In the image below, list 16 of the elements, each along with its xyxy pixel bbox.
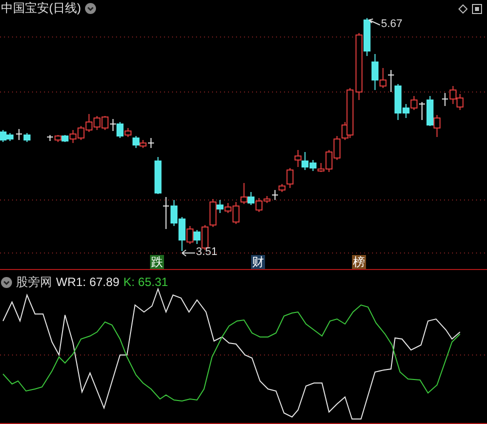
dropdown-icon[interactable] (85, 2, 96, 14)
price-label: 3.51 (196, 246, 218, 259)
diamond-icon[interactable] (458, 4, 468, 14)
indicator-reading: WR1: 67.89 (56, 275, 120, 289)
signal-tag: 财 (251, 255, 265, 269)
indicator-reading: K: 65.31 (123, 275, 168, 289)
candlestick (154, 156, 162, 194)
signal-tag: 榜 (352, 255, 366, 269)
leader-line (182, 250, 196, 256)
price-label: 5.67 (381, 18, 402, 31)
indicator-name: 股旁网 (16, 275, 52, 289)
dropdown-icon[interactable] (1, 276, 12, 288)
signal-tag: 跌 (150, 255, 164, 269)
window-icon[interactable] (472, 4, 482, 14)
leader-line (368, 18, 380, 26)
chart-title: 中国宝安(日线) (1, 1, 81, 15)
